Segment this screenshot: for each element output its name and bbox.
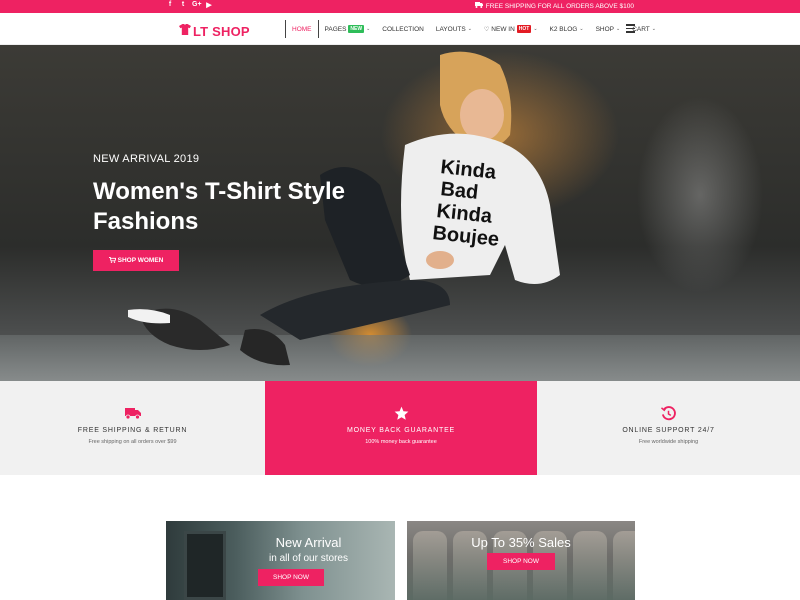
- logo-text: LT SHOP: [193, 23, 250, 39]
- promo-card-new-arrival[interactable]: New Arrival in all of our stores SHOP NO…: [166, 521, 395, 600]
- nav-k2-blog[interactable]: K2 BLOG ⌄: [544, 13, 590, 45]
- feature-desc: 100% money back guarantee: [365, 439, 437, 445]
- tshirt-logo-icon: [179, 22, 191, 40]
- features-strip: FREE SHIPPING & RETURN Free shipping on …: [0, 381, 800, 475]
- hot-badge: HOT: [516, 25, 532, 33]
- feature-title: ONLINE SUPPORT 24/7: [622, 427, 715, 434]
- hero-eyebrow: NEW ARRIVAL 2019: [93, 153, 200, 165]
- chevron-down-icon: ⌄: [651, 26, 656, 32]
- nav-shop[interactable]: SHOP ⌄: [590, 13, 627, 45]
- truck-icon: [474, 2, 483, 10]
- shop-now-button[interactable]: SHOP NOW: [487, 553, 555, 570]
- google-plus-icon[interactable]: G+: [192, 1, 202, 9]
- nav-layouts[interactable]: LAYOUTS ⌄: [430, 13, 478, 45]
- nav-new-in[interactable]: ♡ NEW IN HOT ⌄: [478, 13, 544, 45]
- main-nav: HOME PAGES NEW ⌄ COLLECTION LAYOUTS ⌄ ♡ …: [285, 13, 662, 45]
- nav-collection[interactable]: COLLECTION: [376, 13, 430, 45]
- shipping-promo: FREE SHIPPING FOR ALL ORDERS ABOVE $100: [474, 2, 634, 10]
- nav-label: SHOP: [595, 25, 614, 33]
- hero-banner: Kinda Bad Kinda Boujee NEW ARRIVAL 2019 …: [0, 45, 800, 381]
- chevron-down-icon: ⌄: [467, 26, 472, 32]
- feature-money-back: MONEY BACK GUARANTEE 100% money back gua…: [265, 381, 537, 475]
- nav-label: COLLECTION: [382, 25, 424, 33]
- new-badge: NEW: [348, 25, 365, 33]
- cart-icon: [108, 256, 117, 265]
- feature-shipping: FREE SHIPPING & RETURN Free shipping on …: [0, 381, 265, 475]
- menu-icon[interactable]: [626, 24, 635, 35]
- card-subtitle: in all of our stores: [269, 553, 348, 564]
- card-title: Up To 35% Sales: [471, 535, 571, 550]
- nav-label: LAYOUTS: [435, 25, 466, 33]
- shop-women-label: SHOP WOMEN: [117, 257, 164, 264]
- facebook-icon[interactable]: f: [166, 1, 174, 9]
- nav-pages[interactable]: PAGES NEW ⌄: [319, 13, 377, 45]
- feature-support: ONLINE SUPPORT 24/7 Free worldwide shipp…: [537, 381, 800, 475]
- shop-women-button[interactable]: SHOP WOMEN: [93, 250, 179, 271]
- support-clock-icon: [661, 405, 676, 421]
- twitter-icon[interactable]: t: [179, 1, 187, 9]
- nav-label: K2 BLOG: [549, 25, 578, 33]
- logo[interactable]: LT SHOP: [179, 22, 250, 40]
- nav-label: NEW IN: [491, 25, 515, 33]
- social-links: f t G+ ▶: [166, 1, 213, 9]
- youtube-icon[interactable]: ▶: [205, 1, 213, 9]
- promo-card-sales[interactable]: Up To 35% Sales SHOP NOW: [407, 521, 635, 600]
- feature-desc: Free worldwide shipping: [638, 439, 699, 445]
- card-title: New Arrival: [275, 535, 342, 550]
- nav-label: PAGES: [324, 25, 347, 33]
- feature-desc: Free shipping on all orders over $99: [88, 439, 177, 445]
- site-header: LT SHOP HOME PAGES NEW ⌄ COLLECTION LAYO…: [0, 13, 800, 45]
- chevron-down-icon: ⌄: [366, 26, 371, 32]
- top-bar: f t G+ ▶ FREE SHIPPING FOR ALL ORDERS AB…: [0, 0, 800, 13]
- hero-title: Women's T-Shirt Style Fashions: [93, 178, 345, 235]
- star-icon: [394, 405, 409, 421]
- shop-now-button[interactable]: SHOP NOW: [258, 569, 324, 586]
- chevron-down-icon: ⌄: [533, 26, 538, 32]
- chevron-down-icon: ⌄: [579, 26, 584, 32]
- shipping-promo-text: FREE SHIPPING FOR ALL ORDERS ABOVE $100: [485, 2, 634, 10]
- feature-title: MONEY BACK GUARANTEE: [346, 427, 456, 434]
- nav-home[interactable]: HOME: [286, 13, 318, 45]
- heart-icon: ♡: [483, 26, 490, 33]
- truck-icon: [124, 405, 141, 421]
- chevron-down-icon: ⌄: [616, 26, 621, 32]
- feature-title: FREE SHIPPING & RETURN: [77, 427, 188, 434]
- nav-label: HOME: [292, 25, 312, 33]
